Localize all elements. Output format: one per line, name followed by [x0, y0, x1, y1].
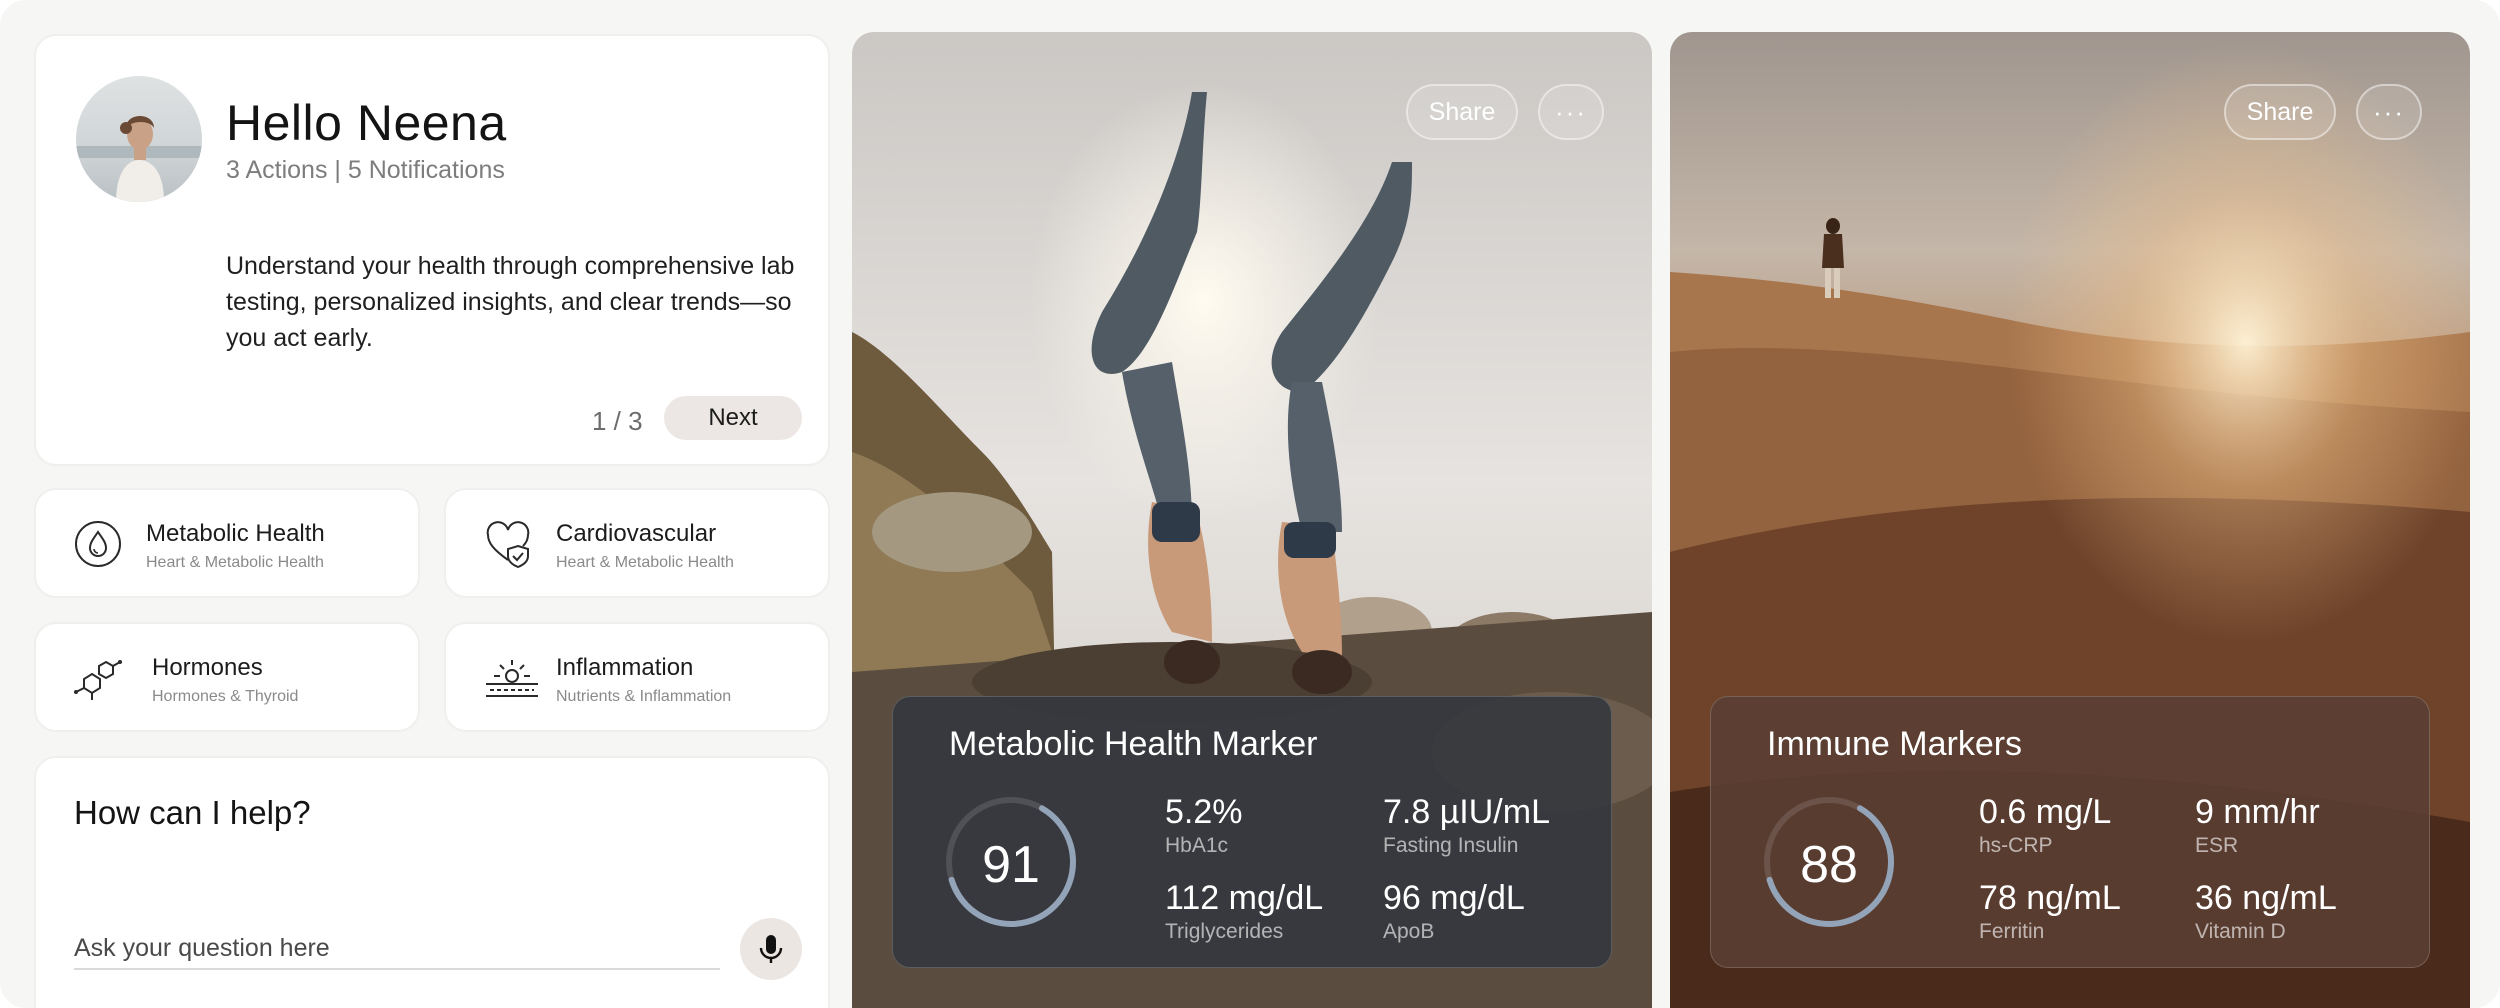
page-indicator: 1 / 3 — [592, 406, 643, 436]
metric-value: 96 mg/dL — [1383, 879, 1525, 917]
intro-text: Understand your health through comprehen… — [226, 252, 795, 352]
category-name: Hormones — [152, 654, 263, 681]
category-subtitle: Heart & Metabolic Health — [146, 554, 324, 571]
category-name: Inflammation — [556, 654, 694, 681]
next-button[interactable]: Next — [664, 396, 802, 440]
greeting-subtitle[interactable]: 3 Actions | 5 Notifications — [226, 156, 505, 185]
share-button[interactable]: Share — [1406, 84, 1518, 140]
metric-value: 112 mg/dL — [1165, 879, 1324, 917]
metric-item: 36 ng/mL Vitamin D — [2195, 879, 2337, 944]
question-input[interactable] — [74, 928, 720, 970]
sun-waves-icon — [486, 660, 538, 697]
metric-item: 78 ng/mL Ferritin — [1979, 879, 2121, 944]
metric-value: 78 ng/mL — [1979, 879, 2121, 917]
metric-item: 0.6 mg/L hs-CRP — [1979, 793, 2111, 858]
category-tile-cardiovascular[interactable]: Cardiovascular Heart & Metabolic Health — [444, 488, 830, 598]
metric-item: 7.8 µIU/mL Fasting Insulin — [1383, 793, 1550, 858]
metric-value: 9 mm/hr — [2195, 793, 2320, 831]
metric-panel: Immune Markers 88 0.6 mg/L hs-CRP 9 mm/h… — [1710, 696, 2430, 968]
category-name: Metabolic Health — [146, 520, 325, 547]
greeting-title: Hello Neena — [226, 95, 507, 151]
metric-label: Fasting Insulin — [1383, 834, 1519, 857]
molecule-icon — [74, 660, 122, 700]
metric-panel: Metabolic Health Marker 91 5.2% HbA1c 7.… — [892, 696, 1612, 968]
metric-label: HbA1c — [1165, 834, 1229, 857]
app-frame: Hello Neena 3 Actions | 5 Notifications … — [0, 0, 2500, 1008]
category-subtitle: Nutrients & Inflammation — [556, 688, 732, 705]
metric-value: 5.2% — [1165, 793, 1243, 831]
assistant-card: How can I help? — [34, 756, 830, 1008]
metric-value: 7.8 µIU/mL — [1383, 793, 1550, 831]
avatar[interactable] — [76, 76, 202, 202]
score-value: 88 — [1800, 836, 1858, 894]
metric-label: hs-CRP — [1979, 834, 2053, 857]
metric-value: 0.6 mg/L — [1979, 793, 2112, 831]
share-button[interactable]: Share — [2224, 84, 2336, 140]
greeting-card: Hello Neena 3 Actions | 5 Notifications … — [34, 34, 830, 466]
metric-label: ApoB — [1383, 920, 1435, 943]
microphone-icon — [759, 935, 783, 963]
category-tile-hormones[interactable]: Hormones Hormones & Thyroid — [34, 622, 420, 732]
metric-item: 9 mm/hr ESR — [2195, 793, 2320, 858]
metric-item: 96 mg/dL ApoB — [1383, 879, 1525, 944]
microphone-button[interactable] — [740, 918, 802, 980]
more-options-button[interactable]: ··· — [1538, 84, 1604, 140]
assistant-title: How can I help? — [74, 794, 311, 831]
panel-title: Immune Markers — [1767, 725, 2023, 763]
metric-label: ESR — [2195, 834, 2239, 857]
category-subtitle: Hormones & Thyroid — [152, 688, 299, 705]
category-subtitle: Heart & Metabolic Health — [556, 554, 734, 571]
more-options-button[interactable]: ··· — [2356, 84, 2422, 140]
category-name: Cardiovascular — [556, 520, 717, 547]
metric-item: 112 mg/dL Triglycerides — [1165, 879, 1323, 944]
immune-marker-card[interactable]: Share ··· Immune Markers 88 0.6 mg/L hs-… — [1670, 32, 2470, 1008]
metric-label: Ferritin — [1979, 920, 2045, 943]
heart-shield-icon — [486, 521, 530, 569]
category-tile-metabolic-health[interactable]: Metabolic Health Heart & Metabolic Healt… — [34, 488, 420, 598]
metabolic-marker-card[interactable]: Share ··· Metabolic Health Marker 91 5.2… — [852, 32, 1652, 1008]
metric-label: Vitamin D — [2195, 920, 2286, 943]
droplet-icon — [75, 521, 121, 567]
panel-title: Metabolic Health Marker — [949, 725, 1318, 763]
metric-label: Triglycerides — [1165, 920, 1284, 943]
category-tile-inflammation[interactable]: Inflammation Nutrients & Inflammation — [444, 622, 830, 732]
score-value: 91 — [982, 836, 1040, 894]
metric-value: 36 ng/mL — [2195, 879, 2337, 917]
metric-item: 5.2% HbA1c — [1165, 793, 1243, 858]
